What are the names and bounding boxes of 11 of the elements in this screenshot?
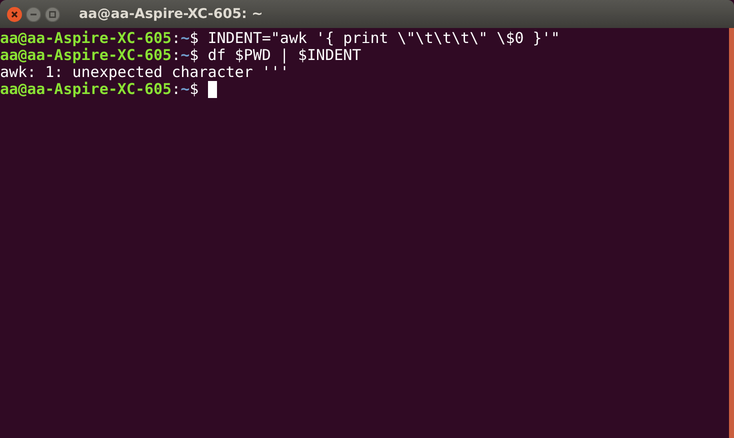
command-text: INDENT="awk '{ print \"\t\t\t\" \$0 }'"	[208, 30, 560, 47]
minimize-icon[interactable]	[26, 6, 41, 22]
shell-prompt: aa@aa-Aspire-XC-605:~$	[0, 30, 199, 47]
shell-prompt: aa@aa-Aspire-XC-605:~$	[0, 47, 199, 64]
shell-prompt: aa@aa-Aspire-XC-605:~$	[0, 81, 199, 98]
close-icon[interactable]	[7, 6, 22, 22]
scrollbar[interactable]	[729, 28, 734, 438]
output-text: awk: 1: unexpected character '''	[0, 64, 289, 81]
window-title: aa@aa-Aspire-XC-605: ~	[79, 6, 263, 22]
maximize-icon[interactable]	[45, 6, 60, 22]
command-text: df $PWD | $INDENT	[208, 47, 362, 64]
